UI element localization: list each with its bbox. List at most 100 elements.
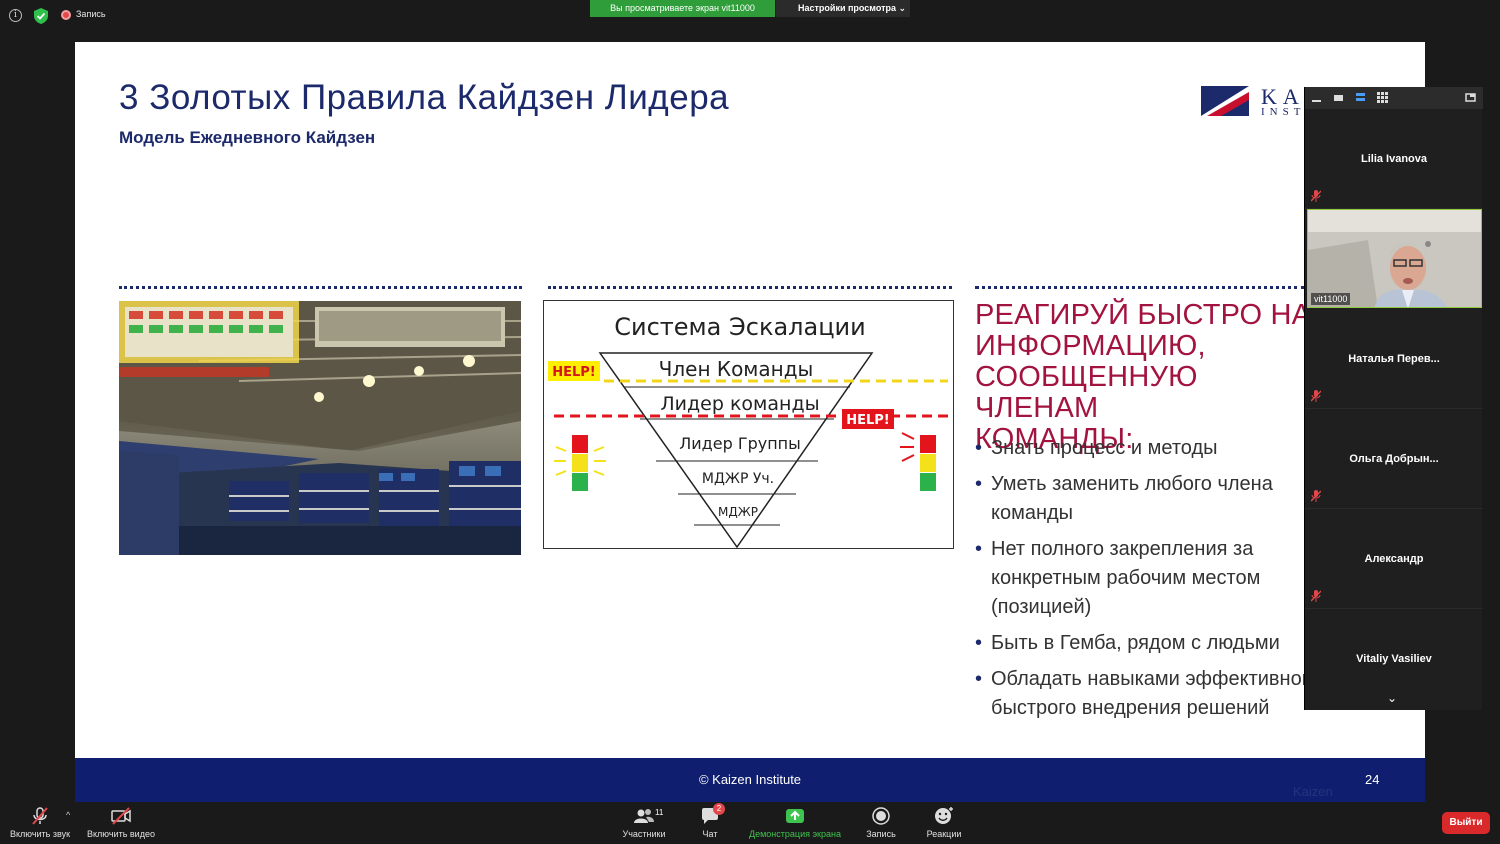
record-icon [872,807,890,825]
andon-light-right [900,432,936,491]
slide-title: 3 Золотых Правила Кайдзен Лидера [119,78,730,117]
level-mgr-section: МДЖР Уч. [702,471,774,487]
participants-label: Участники [622,829,666,839]
unmute-label: Включить звук [9,829,71,839]
slide-headline: РЕАГИРУЙ БЫСТРО НА ИНФОРМАЦИЮ, СООБЩЕННУ… [975,300,1315,455]
logo-wordmark-sub: INST [1261,106,1306,118]
record-button[interactable]: Запись [862,806,900,839]
chat-unread-badge: 2 [713,803,725,815]
participant-tile[interactable]: Александр [1305,509,1483,609]
share-screen-icon [786,809,804,823]
participant-name: Наталья Перев... [1348,353,1440,365]
headline-line: РЕАГИРУЙ БЫСТРО НА [975,299,1312,331]
participant-video-tile[interactable]: vit11000 [1307,209,1482,308]
minimize-icon[interactable] [1311,92,1322,103]
participant-name: Lilia Ivanova [1360,153,1428,165]
view-options-label: Настройки просмотра [798,3,897,13]
footer-copyright: © Kaizen Institute [698,772,802,787]
bullet-item: Уметь заменить любого члена команды [975,470,1335,528]
bullet-text: Обладать навыками эффективного [991,668,1320,690]
level-team-member: Член Команды [659,357,814,381]
slide-page-number: 24 [1365,772,1380,787]
view-options-button[interactable]: Настройки просмотра ⌄ [776,0,910,17]
bullet-item: Обладать навыками эффективного быстрого в… [975,665,1335,723]
reactions-label: Реакции [926,829,962,839]
video-off-icon [111,807,131,825]
bullet-text: (позицией) [991,596,1092,618]
shared-slide: 3 Золотых Правила Кайдзен Лидера Модель … [75,42,1425,802]
share-screen-button[interactable]: Демонстрация экрана [744,806,846,839]
leave-meeting-button[interactable]: Выйти [1442,812,1490,834]
slide-footer: © Kaizen Institute Kaizen 24 [75,758,1425,802]
unmute-button[interactable]: Включить звук [6,806,74,839]
muted-mic-icon [1311,490,1321,502]
kaizen-logo-icon [1201,86,1249,116]
dotted-divider [119,286,522,289]
audio-options-caret-icon[interactable]: ^ [66,810,70,820]
participant-tile[interactable]: Наталья Перев... [1305,309,1483,409]
bullet-text: конкретным рабочим местом [991,567,1261,589]
chat-label: Чат [702,829,718,839]
participant-name: Ольга Добрын... [1349,453,1439,465]
andon-light-left [554,435,606,491]
slide-subtitle: Модель Ежедневного Кайдзен [119,128,376,147]
reactions-icon [935,807,953,824]
diagram-title: Система Эскалации [614,313,865,341]
participants-count: 11 [655,808,664,817]
gallery-view-icon[interactable] [1377,92,1388,103]
participant-tile[interactable]: Lilia Ivanova [1305,109,1483,209]
muted-mic-icon [1311,190,1321,202]
strip-view-icon[interactable] [1355,92,1366,103]
help-sign-left: HELP! [552,365,596,380]
chevron-down-icon[interactable]: ⌄ [1387,691,1397,705]
muted-mic-icon [32,807,48,825]
speaker-view-icon[interactable] [1333,92,1344,103]
bullet-item: Знать процесс и методы [975,434,1335,463]
bullet-text: Нет полного закрепления за [991,538,1254,560]
participant-tile[interactable]: Ольга Добрын... [1305,409,1483,509]
participant-name: vit11000 [1311,293,1351,305]
panel-header [1305,87,1483,109]
chevron-down-icon: ⌄ [898,3,907,13]
recording-icon[interactable] [61,10,71,20]
reactions-button[interactable]: Реакции [922,806,966,839]
level-mgr: МДЖР [718,505,758,519]
participant-name: Александр [1364,553,1424,565]
zoom-meeting-window: i Запись Вы просматриваете экран vit1100… [0,0,1500,844]
participants-icon [634,809,654,823]
dotted-divider [548,286,952,289]
recording-label: Запись [76,9,106,19]
headline-line: СООБЩЕННУЮ ЧЛЕНАМ [975,361,1198,424]
factory-photo [119,301,521,555]
info-icon[interactable]: i [9,9,22,22]
video-panel: Lilia Ivanova vit11000 Наталья Перев... [1304,87,1483,710]
shield-icon[interactable] [34,8,48,24]
escalation-diagram: Система Эскалации Член Команды Лидер ком… [543,300,954,549]
bullet-item: Нет полного закрепления за конкретным раб… [975,535,1335,622]
bullet-text: команды [991,502,1074,524]
muted-mic-icon [1311,390,1321,402]
start-video-button[interactable]: Включить видео [84,806,158,839]
share-screen-label: Демонстрация экрана [749,829,841,839]
rules-bullet-list: Знать процесс и методы Уметь заменить лю… [975,434,1335,730]
footer-watermark: Kaizen [1293,784,1333,799]
pop-out-icon[interactable] [1465,92,1476,103]
bullet-text: Быть в Гемба, рядом с людьми [991,632,1280,654]
meeting-toolbar: Включить звук ^ Включить видео Участники… [0,802,1500,844]
headline-line: ИНФОРМАЦИЮ, [975,330,1206,362]
start-video-label: Включить видео [87,829,155,839]
help-sign-right: HELP! [846,413,890,428]
level-team-leader: Лидер команды [660,393,819,415]
level-group-leader: Лидер Группы [679,434,801,453]
bullet-item: Быть в Гемба, рядом с людьми [975,629,1335,658]
bullet-text: Знать процесс и методы [991,437,1218,459]
bullet-text: Уметь заменить любого члена [991,473,1273,495]
muted-mic-icon [1311,590,1321,602]
bullet-text: быстрого внедрения решений [991,697,1270,719]
escalation-triangle: Система Эскалации Член Команды Лидер ком… [548,313,948,549]
viewing-screen-banner: Вы просматриваете экран vit11000 [590,0,775,17]
record-label: Запись [866,829,896,839]
participant-name: Vitaliy Vasiliev [1356,653,1432,665]
top-bar: i Запись Вы просматриваете экран vit1100… [0,0,1500,42]
dotted-divider [975,286,1305,289]
